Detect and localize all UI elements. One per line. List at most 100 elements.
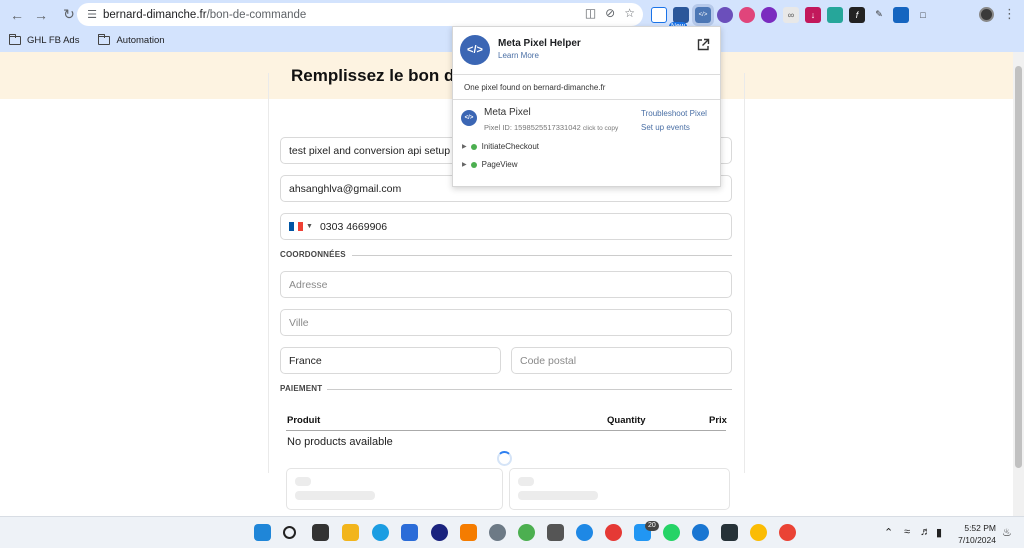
france-flag-icon[interactable] — [289, 222, 304, 231]
purple-extension-icon[interactable] — [761, 6, 777, 23]
skeleton-bar — [518, 477, 534, 486]
skeleton-bar — [518, 491, 598, 500]
scrollbar-thumb[interactable] — [1015, 66, 1022, 468]
link-extension-icon[interactable]: ∞ — [783, 6, 799, 23]
pixel-helper-popup: </> Meta Pixel Helper Learn More One pix… — [452, 26, 721, 187]
eye-off-icon[interactable]: ⊘ — [605, 6, 615, 20]
chrome-profile-icon[interactable] — [750, 524, 767, 541]
gear-extension-icon[interactable] — [717, 6, 733, 23]
battery-icon[interactable]: ▮ — [936, 526, 942, 539]
capture-extension-icon[interactable] — [893, 6, 909, 23]
file-explorer-icon[interactable] — [342, 524, 359, 541]
address-bar[interactable]: ☰ bernard-dimanche.fr/bon-de-commande ◫ … — [77, 3, 643, 26]
popup-divider — [453, 74, 720, 75]
eyedropper-extension-icon[interactable]: ✎ — [871, 7, 887, 23]
zoom-icon[interactable] — [431, 524, 448, 541]
expand-triangle-icon[interactable]: ▶ — [462, 161, 467, 168]
pixel-name: Meta Pixel — [484, 107, 531, 118]
folder-icon — [9, 34, 21, 45]
bird-extension-icon[interactable] — [827, 6, 843, 23]
whatsapp-badge: 20 — [645, 521, 659, 531]
skeleton-card — [286, 468, 503, 510]
divider — [352, 255, 732, 256]
status-ok-icon — [470, 161, 477, 168]
chrome-icon[interactable] — [605, 524, 622, 541]
folder-icon — [98, 34, 111, 45]
wifi-icon[interactable]: ≈ — [904, 526, 910, 538]
address-field[interactable]: Adresse — [280, 271, 732, 298]
click-to-copy-link[interactable]: click to copy — [583, 125, 618, 132]
forward-arrow-icon[interactable]: → — [30, 4, 52, 26]
table-divider — [286, 430, 726, 431]
android-studio-icon[interactable] — [518, 524, 535, 541]
recorder-icon[interactable] — [547, 524, 564, 541]
task-view-icon[interactable] — [312, 524, 329, 541]
firefox-icon[interactable] — [692, 524, 709, 541]
skeleton-bar — [295, 477, 311, 486]
chevron-up-icon[interactable]: ⌃ — [884, 526, 893, 539]
bookmark-label: GHL FB Ads — [27, 35, 80, 46]
pixel-found-text: One pixel found on bernard-dimanche.fr — [464, 83, 606, 92]
postal-code-field[interactable]: Code postal — [511, 347, 732, 374]
url-path: /bon-de-commande — [206, 8, 307, 21]
new-extension-icon[interactable]: New — [669, 6, 689, 31]
clock-date: 7/10/2024 — [958, 535, 996, 545]
back-arrow-icon[interactable]: ← — [6, 4, 28, 26]
search-icon[interactable] — [283, 526, 296, 539]
terminal-icon[interactable] — [721, 524, 738, 541]
set-up-events-link[interactable]: Set up events — [641, 123, 690, 132]
table-header-price: Prix — [709, 415, 727, 426]
speaker-icon[interactable]: ♬ — [920, 526, 931, 538]
puzzle-extensions-icon[interactable]: □ — [915, 7, 931, 23]
taskbar-clock[interactable]: 5:52 PM 7/10/2024 — [956, 522, 996, 546]
edge-icon[interactable] — [372, 524, 389, 541]
troubleshoot-pixel-link[interactable]: Troubleshoot Pixel — [641, 109, 707, 118]
open-external-icon[interactable] — [696, 38, 710, 52]
bookmark-label: Automation — [116, 35, 165, 46]
xampp-icon[interactable] — [460, 524, 477, 541]
chevron-down-icon[interactable]: ▼ — [306, 223, 313, 230]
expand-triangle-icon[interactable]: ▶ — [462, 143, 467, 150]
learn-more-link[interactable]: Learn More — [498, 51, 539, 60]
section-coordinates: COORDONNÉES — [280, 250, 346, 259]
font-extension-icon[interactable]: f — [849, 6, 865, 23]
phone-value: 0303 4669906 — [319, 220, 388, 233]
windows-start-icon[interactable] — [254, 524, 271, 541]
bookmark-folder-ghl[interactable]: GHL FB Ads — [9, 34, 80, 46]
popup-title: Meta Pixel Helper — [498, 38, 581, 49]
bookmark-star-icon[interactable]: ☆ — [624, 6, 635, 20]
skeleton-card — [509, 468, 730, 510]
status-ok-icon — [470, 143, 477, 150]
site-info-icon[interactable]: ☰ — [81, 8, 103, 21]
pixel-id[interactable]: Pixel ID: 1598525517331042 click to copy — [484, 123, 618, 132]
popup-divider — [453, 99, 720, 100]
notification-bell-icon[interactable]: ♨ — [1002, 526, 1012, 539]
table-header-product: Produit — [287, 415, 321, 426]
city-field[interactable]: Ville — [280, 309, 732, 336]
download-extension-icon[interactable]: ↓ — [805, 6, 821, 23]
event-label: PageView — [481, 160, 518, 169]
chrome-profile-icon[interactable] — [779, 524, 796, 541]
url-host: bernard-dimanche.fr — [103, 8, 207, 21]
event-initiate-checkout[interactable]: ▶ InitiateCheckout — [462, 142, 539, 151]
page-scrollbar[interactable] — [1013, 52, 1024, 516]
meta-pixel-helper-extension-icon[interactable]: </> — [692, 3, 714, 26]
section-payment: PAIEMENT — [280, 384, 323, 393]
event-page-view[interactable]: ▶ PageView — [462, 160, 518, 169]
phone-field[interactable]: ▼ 0303 4669906 — [280, 213, 732, 240]
pixel-icon: </> — [461, 110, 477, 126]
settings-gear-icon[interactable] — [489, 524, 506, 541]
country-field[interactable]: France — [280, 347, 501, 374]
translate-icon[interactable]: ◫ — [585, 6, 596, 20]
table-header-quantity: Quantity — [607, 415, 646, 426]
whatsapp-icon[interactable] — [663, 524, 680, 541]
windows-taskbar: 20 ⌃ ≈ ♬ ▮ 5:52 PM 7/10/2024 ♨ — [0, 516, 1024, 548]
color-extension-icon[interactable] — [739, 6, 755, 23]
divider — [327, 389, 732, 390]
sidebar-extension-icon[interactable] — [651, 6, 667, 23]
menu-kebab-icon[interactable]: ⋮ — [1003, 6, 1016, 22]
store-icon[interactable] — [401, 524, 418, 541]
bookmark-folder-automation[interactable]: Automation — [98, 34, 165, 46]
profile-avatar[interactable] — [979, 7, 994, 22]
vpn-icon[interactable] — [576, 524, 593, 541]
